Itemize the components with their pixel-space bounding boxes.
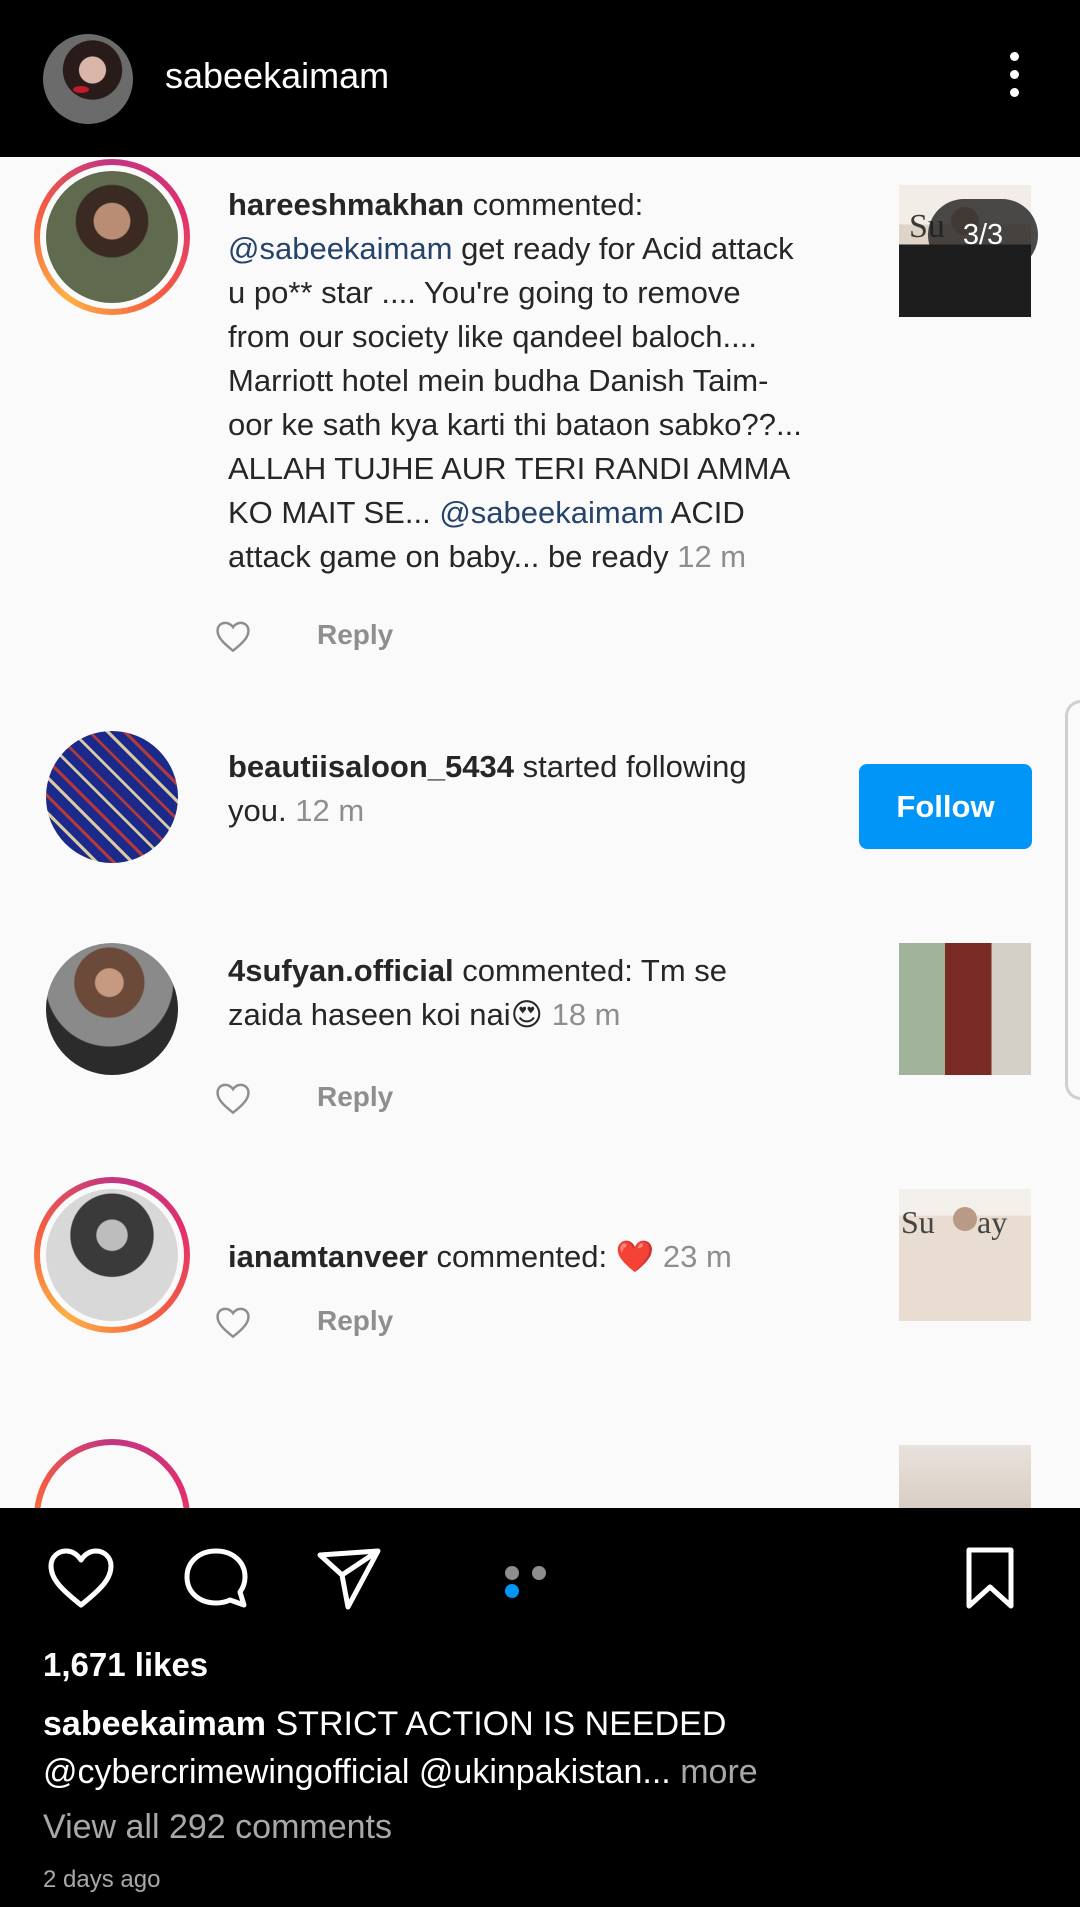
notification-body: commented: (464, 187, 644, 222)
notification-text: ianamtanveer commented: ❤️ 23 m (228, 1235, 732, 1279)
notification-line: @sabeekaimam get ready for Acid attack (228, 227, 802, 271)
follow-button[interactable]: Follow (859, 764, 1032, 849)
reply-button[interactable]: Reply (317, 1305, 393, 1337)
post-thumbnail[interactable]: Su ay (899, 1189, 1031, 1321)
notification-body: KO MAIT SE... (228, 495, 440, 530)
notification-body: from our society like qandeel baloch.... (228, 319, 757, 354)
notification-time: 12 m (677, 539, 747, 574)
notification-time: 23 m (662, 1239, 732, 1274)
send-icon[interactable] (314, 1545, 386, 1611)
post-thumbnail[interactable] (899, 1445, 1031, 1508)
avatar[interactable] (46, 171, 178, 303)
like-heart-icon[interactable] (214, 1081, 252, 1115)
notification-line: ALLAH TUJHE AUR TERI RANDI AMMA (228, 447, 802, 491)
notification-line: 4sufyan.official commented: Tm se (228, 949, 727, 993)
story-ring (34, 1439, 190, 1508)
like-heart-icon[interactable] (214, 1305, 252, 1339)
notification-body: started following (514, 749, 747, 784)
reply-button[interactable]: Reply (317, 1081, 393, 1113)
notification-text: beautiisaloon_5434 started following you.… (228, 745, 747, 833)
avatar[interactable] (46, 943, 178, 1075)
notification-line: hareeshmakhan commented: (228, 183, 802, 227)
notification-body: oor ke sath kya karti thi bataon sabko??… (228, 407, 802, 442)
notification-body: you. (228, 793, 296, 828)
like-heart-icon[interactable] (214, 619, 252, 653)
carousel-indicator (505, 1566, 575, 1598)
notification-line: zaida haseen koi nai😍 18 m (228, 993, 727, 1037)
notification-body: ALLAH TUJHE AUR TERI RANDI AMMA (228, 451, 791, 486)
more-options-icon[interactable] (1004, 52, 1024, 106)
avatar[interactable] (43, 34, 133, 124)
notification-line: oor ke sath kya karti thi bataon sabko??… (228, 403, 802, 447)
notification-username[interactable]: beautiisaloon_5434 (228, 749, 514, 784)
mention-link[interactable]: @sabeekaimam (228, 231, 452, 266)
caption-username[interactable]: sabeekaimam (43, 1705, 266, 1743)
notification-username[interactable]: ianamtanveer (228, 1239, 428, 1274)
notification-username[interactable]: hareeshmakhan (228, 187, 464, 222)
post-caption: sabeekaimam STRICT ACTION IS NEEDED @cyb… (43, 1700, 1043, 1796)
like-icon[interactable] (45, 1545, 117, 1611)
notification-text: hareeshmakhan commented: @sabeekaimam get… (228, 183, 802, 579)
bookmark-icon[interactable] (960, 1545, 1020, 1611)
svg-text:ay: ay (977, 1204, 1007, 1240)
notification-body: u po** star .... You're going to remove (228, 275, 741, 310)
notification-time: 18 m (551, 997, 621, 1032)
likes-count[interactable]: 1,671 likes (43, 1646, 208, 1684)
caption-mentions[interactable]: @cybercrimewingofficial @ukinpakistan... (43, 1753, 671, 1791)
notification-time: 12 m (295, 793, 365, 828)
post-thumbnail[interactable] (899, 943, 1031, 1075)
notification-line: u po** star .... You're going to remove (228, 271, 802, 315)
mention-link[interactable]: @sabeekaimam (439, 495, 663, 530)
notification-body: Marriott hotel mein budha Danish Taim- (228, 363, 769, 398)
avatar[interactable] (46, 1189, 178, 1321)
notification-line: attack game on baby... be ready 12 m (228, 535, 802, 579)
notification-body: get ready for Acid attack (452, 231, 794, 266)
notification-body: ACID (663, 495, 745, 530)
comment-icon[interactable] (180, 1545, 252, 1611)
post-author-username[interactable]: sabeekaimam (165, 55, 389, 97)
scroll-edge (1065, 700, 1080, 1100)
notification-line: you. 12 m (228, 789, 747, 833)
post-header: sabeekaimam (0, 0, 1080, 157)
view-all-comments-link[interactable]: View all 292 comments (43, 1808, 392, 1847)
notification-body: commented: ❤️ (427, 1239, 663, 1274)
notification-line: ianamtanveer commented: ❤️ 23 m (228, 1235, 732, 1279)
reply-button[interactable]: Reply (317, 619, 393, 651)
notification-body: zaida haseen koi nai😍 (228, 997, 552, 1032)
avatar[interactable] (46, 731, 178, 863)
notification-body: commented: Tm se (453, 953, 728, 988)
caption-text: STRICT ACTION IS NEEDED (266, 1705, 727, 1743)
notification-body: attack game on baby... be ready (228, 539, 678, 574)
more-link[interactable]: more (671, 1753, 757, 1791)
post-timestamp: 2 days ago (43, 1866, 161, 1893)
notification-line: Marriott hotel mein budha Danish Taim- (228, 359, 802, 403)
svg-text:Su: Su (901, 1204, 935, 1240)
carousel-counter: 3/3 (928, 199, 1038, 271)
notification-line: beautiisaloon_5434 started following (228, 745, 747, 789)
notification-line: from our society like qandeel baloch.... (228, 315, 802, 359)
notification-text: 4sufyan.official commented: Tm se zaida h… (228, 949, 727, 1037)
post-image[interactable]: 3/3 hareeshmakhan commented: @sabeekaimam… (0, 157, 1080, 1508)
notification-line: KO MAIT SE... @sabeekaimam ACID (228, 491, 802, 535)
notification-username[interactable]: 4sufyan.official (228, 953, 454, 988)
